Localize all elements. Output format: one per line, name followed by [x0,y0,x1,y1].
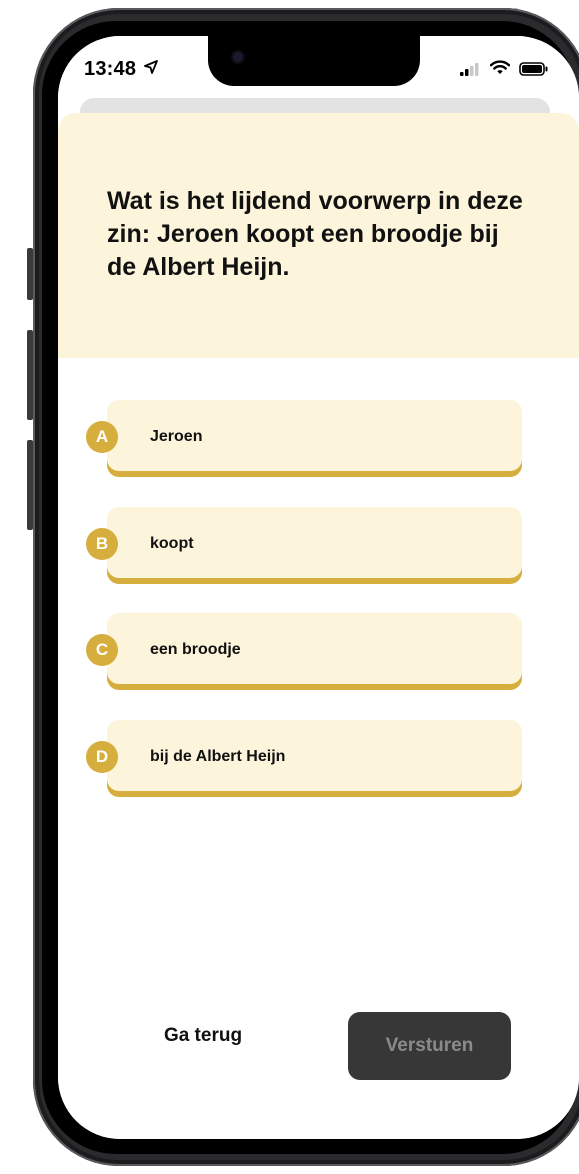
answer-option-label: koopt [150,535,194,552]
quiz-card: Wat is het lijdend voorwerp in deze zin:… [58,113,579,1139]
answer-letter-badge: D [86,741,118,773]
wifi-icon [489,60,511,80]
answer-option-a[interactable]: Jeroen A [86,400,522,480]
answer-letter-badge: B [86,528,118,560]
answer-option-b[interactable]: koopt B [86,507,522,587]
answer-letter-badge: C [86,634,118,666]
battery-icon [519,62,549,81]
answer-option-label: bij de Albert Heijn [150,748,286,765]
volume-up-button [27,330,33,420]
question-header: Wat is het lijdend voorwerp in deze zin:… [58,113,579,358]
answer-option-d[interactable]: bij de Albert Heijn D [86,720,522,800]
answer-option-face[interactable]: een broodje [107,613,522,684]
back-button[interactable]: Ga terug [128,1008,278,1064]
cellular-signal-icon [460,63,480,81]
torn-paper-edge [58,328,579,354]
answer-option-face[interactable]: Jeroen [107,400,522,471]
status-bar: 13:48 [58,36,579,106]
answer-option-label: een broodje [150,641,241,658]
answer-option-label: Jeroen [150,428,203,445]
answer-option-face[interactable]: koopt [107,507,522,578]
location-arrow-icon [144,60,158,79]
answer-option-face[interactable]: bij de Albert Heijn [107,720,522,791]
silent-switch [27,248,33,300]
status-time: 13:48 [84,58,137,80]
front-camera [233,52,243,62]
answer-option-c[interactable]: een broodje C [86,613,522,693]
answer-letter-badge: A [86,421,118,453]
screen: 13:48 Wat is het lijdend voorwerp in dez… [58,36,579,1139]
volume-down-button [27,440,33,530]
submit-button[interactable]: Versturen [348,1012,511,1080]
question-text: Wat is het lijdend voorwerp in deze zin:… [107,187,523,281]
